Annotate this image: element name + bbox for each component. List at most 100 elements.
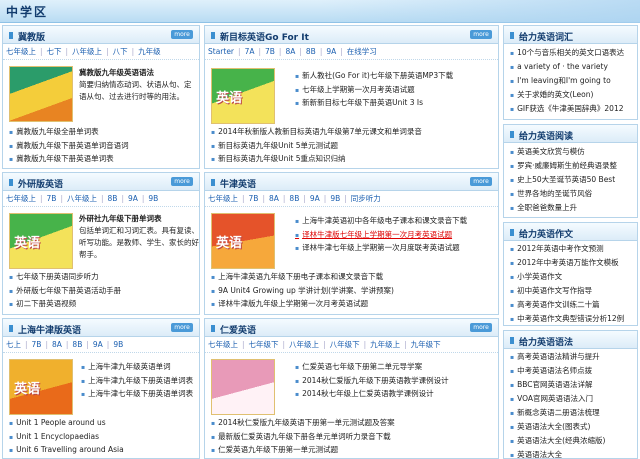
sidebar-item[interactable]: 初中英语作文写作指导 — [510, 284, 637, 298]
sidebar-item[interactable]: 史上50大圣诞节英语50 Best — [510, 173, 637, 187]
list-item[interactable]: 9A Unit4 Growing up 学讲计划(学讲案、学讲预案) — [211, 285, 496, 299]
nav-link[interactable]: 8A — [49, 337, 65, 352]
list-item[interactable]: 2014秋仁爱版九年级下册英语教学课例设计 — [295, 375, 495, 389]
nav-link[interactable]: 9A — [307, 191, 323, 206]
feature-title[interactable]: 外研社九年级下册单词表 — [79, 213, 199, 225]
sidebar-item[interactable]: 英语语法大全 — [510, 448, 637, 458]
list-item[interactable]: 新人教社(Go For it)七年级下册英语MP3下载 — [295, 70, 495, 84]
nav-link[interactable]: 7B — [44, 191, 60, 206]
more-button[interactable]: more — [171, 177, 193, 186]
nav-link[interactable]: 8B — [286, 191, 302, 206]
nav-link[interactable]: 9B — [110, 337, 126, 352]
nav-link[interactable]: 八年级上 — [69, 44, 105, 59]
more-button[interactable]: more — [171, 30, 193, 39]
list-item[interactable]: 译林牛津版九年级上学期第一次月考英语试题 — [211, 298, 496, 312]
sidebar-item[interactable]: I'm leaving和I'm going to — [510, 74, 637, 88]
list-item[interactable]: 上海牛津英语九年级下册电子课本和课文录音下载 — [211, 271, 496, 285]
sidebar-item[interactable]: 高考英语作文训练二十篇 — [510, 298, 637, 312]
list-item[interactable]: Unit 1 Encyclopaedias — [9, 431, 199, 445]
list-item[interactable]: 仁爱英语七年级下册第二单元导学案 — [295, 361, 495, 375]
list-item[interactable]: 上海牛津七年级下册英语单词表 — [81, 388, 199, 402]
nav-link[interactable]: 八年级上 — [64, 191, 100, 206]
more-button[interactable]: more — [470, 30, 492, 39]
nav-link[interactable]: 8A — [282, 44, 298, 59]
sidebar-item[interactable]: 全职爸爸数量上升 — [510, 201, 637, 215]
textbook-cover-image[interactable]: 英语 — [211, 68, 275, 124]
nav-link[interactable]: 9B — [145, 191, 161, 206]
list-item[interactable]: Unit 6 Travelling around Asia — [9, 444, 199, 458]
nav-link[interactable]: 八下 — [110, 44, 131, 59]
list-item[interactable]: 上海牛津九年级下册英语单词表 — [81, 375, 199, 389]
list-item[interactable]: 初二下册英语视频 — [9, 298, 199, 312]
textbook-cover-image[interactable]: 英语 — [9, 359, 73, 415]
sidebar-item[interactable]: 英语语法大全(图表式) — [510, 420, 637, 434]
sidebar-item[interactable]: VOA官网英语语法入门 — [510, 392, 637, 406]
nav-link[interactable]: 8B — [105, 191, 121, 206]
textbook-cover-image[interactable] — [211, 359, 275, 415]
list-item-highlighted[interactable]: 译林牛津版七年级上学期第一次月考英语试题 — [295, 229, 495, 243]
list-item[interactable]: 冀教版九年级下册英语单词表 — [9, 153, 199, 167]
nav-link[interactable]: 8B — [303, 44, 319, 59]
nav-link[interactable]: 8B — [69, 337, 85, 352]
nav-link[interactable]: 八年级下 — [327, 337, 363, 352]
sidebar-item[interactable]: 10个与音乐相关的英文口语表达 — [510, 46, 637, 60]
list-item[interactable]: 上海牛津九年级英语单词 — [81, 361, 199, 375]
nav-link[interactable]: 八年级上 — [286, 337, 322, 352]
textbook-cover-image[interactable]: 英语 — [9, 213, 73, 269]
sidebar-item[interactable]: 世界各地的圣诞节风俗 — [510, 187, 637, 201]
textbook-cover-image[interactable]: 英语 — [211, 213, 275, 269]
nav-link[interactable]: 7B — [262, 44, 278, 59]
nav-link[interactable]: 七年级上 — [205, 337, 241, 352]
sidebar-item[interactable]: 高考英语语法精讲与提升 — [510, 350, 637, 364]
list-item[interactable]: 2014年秋新版人教新目标英语九年级第7单元课文和单词录音 — [211, 126, 496, 140]
sidebar-item[interactable]: 新概念英语二册语法梳理 — [510, 406, 637, 420]
list-item[interactable]: 新目标英语九年级Unit 5单元测试题 — [211, 140, 496, 154]
sidebar-item[interactable]: 中考英语作文典型错误分析12例 — [510, 312, 637, 325]
sidebar-item[interactable]: GIF获选《牛津美国辞典》2012 — [510, 102, 637, 116]
nav-link[interactable]: 9A — [125, 191, 141, 206]
nav-link[interactable]: 8A — [266, 191, 282, 206]
sidebar-item[interactable]: 2012年英语中考作文预测 — [510, 242, 637, 256]
list-item[interactable]: 新新新目标七年级下册英语Unit 3 Is — [295, 97, 495, 111]
list-item[interactable]: 新目标英语九年级Unit 5重点知识归纳 — [211, 153, 496, 167]
sidebar-item[interactable]: 关于求婚的英文(Leon) — [510, 88, 637, 102]
feature-title[interactable]: 冀教版九年级英语语法 — [79, 67, 197, 79]
sidebar-item[interactable]: 英语美文欣赏与模仿 — [510, 145, 637, 159]
nav-link[interactable]: Starter — [205, 44, 237, 59]
sidebar-item[interactable]: 罗宾·威廉姆斯生前经典语录整 — [510, 159, 637, 173]
nav-link[interactable]: 九年级 — [135, 44, 164, 59]
more-button[interactable]: more — [171, 323, 193, 332]
list-item[interactable]: 外研版七年级下册英语活动手册 — [9, 285, 199, 299]
nav-link[interactable]: 七年级上 — [3, 44, 39, 59]
sidebar-item[interactable]: 小学英语作文 — [510, 270, 637, 284]
nav-link[interactable]: 9B — [327, 191, 343, 206]
list-item[interactable]: 译林牛津七年级上学期第一次月度联考英语试题 — [295, 242, 495, 256]
sidebar-item[interactable]: 英语语法大全(经典浓缩版) — [510, 434, 637, 448]
nav-link[interactable]: 七年级上 — [3, 191, 39, 206]
nav-link[interactable]: 7A — [242, 44, 258, 59]
sidebar-item[interactable]: 2012年中考英语万能作文模板 — [510, 256, 637, 270]
nav-link[interactable]: 七年级下 — [246, 337, 282, 352]
nav-link[interactable]: 在线学习 — [344, 44, 380, 59]
sidebar-item[interactable]: a variety of · the variety — [510, 60, 637, 74]
textbook-cover-image[interactable] — [9, 66, 73, 122]
more-button[interactable]: more — [470, 177, 492, 186]
list-item[interactable]: Unit 1 People around us — [9, 417, 199, 431]
sidebar-item[interactable]: 中考英语语法名师点拨 — [510, 364, 637, 378]
sidebar-item[interactable]: BBC官网英语语法详解 — [510, 378, 637, 392]
list-item[interactable]: 最新版仁爱英语九年级下册各单元单词听力录音下载 — [211, 431, 496, 445]
nav-link[interactable]: 9A — [90, 337, 106, 352]
nav-link[interactable]: 7B — [246, 191, 262, 206]
nav-link[interactable]: 九年级下 — [408, 337, 444, 352]
nav-link[interactable]: 七下 — [44, 44, 65, 59]
list-item[interactable]: 上海牛津英语初中各年级电子课本和课文录音下载 — [295, 215, 495, 229]
more-button[interactable]: more — [470, 323, 492, 332]
list-item[interactable]: 冀教版九年级下册英语单词音语词 — [9, 140, 199, 154]
nav-link[interactable]: 九年级上 — [367, 337, 403, 352]
list-item[interactable]: 冀教版九年级全册单词表 — [9, 126, 199, 140]
list-item[interactable]: 2014秋七年级上仁爱英语教学课例设计 — [295, 388, 495, 402]
nav-link[interactable]: 七年级上 — [205, 191, 241, 206]
nav-link[interactable]: 9A — [323, 44, 339, 59]
list-item[interactable]: 七年级下册英语同步听力 — [9, 271, 199, 285]
nav-link[interactable]: 7B — [29, 337, 45, 352]
